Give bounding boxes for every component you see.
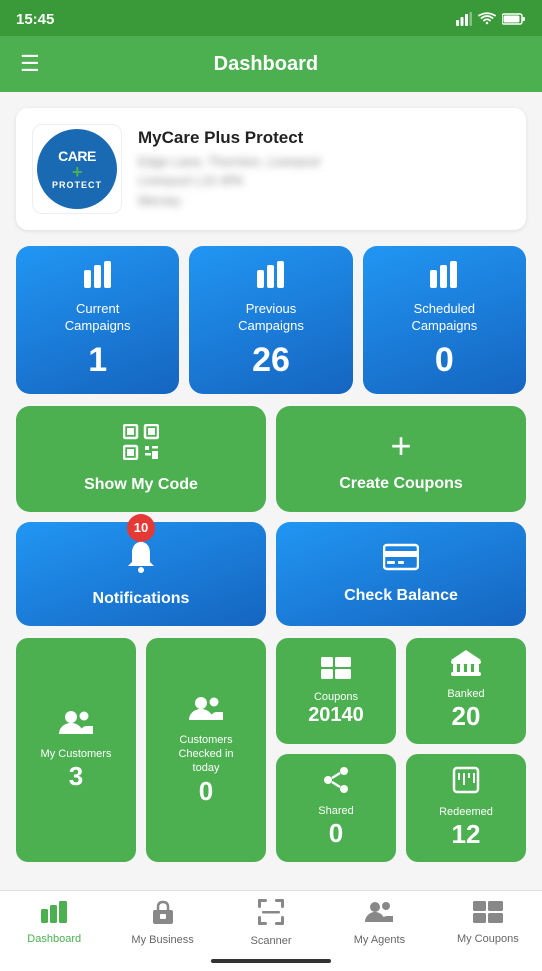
create-coupons-label: Create Coupons	[339, 475, 463, 493]
banked-label: Banked	[447, 687, 484, 701]
nav-my-coupons[interactable]: My Coupons	[434, 901, 542, 945]
my-business-nav-icon	[151, 900, 175, 931]
scheduled-campaigns-card[interactable]: ScheduledCampaigns 0	[363, 246, 526, 394]
checked-in-card[interactable]: CustomersChecked intoday 0	[146, 638, 266, 863]
campaigns-row: CurrentCampaigns 1 PreviousCampaigns 26	[16, 246, 526, 394]
my-customers-label: My Customers	[41, 747, 112, 761]
prev-campaign-chart-icon	[255, 260, 287, 295]
bottom-stats: My Customers 3 CustomersChecked intoday …	[16, 638, 526, 863]
dashboard-nav-icon	[41, 901, 67, 930]
nav-dashboard-label: Dashboard	[27, 933, 81, 945]
wifi-icon	[478, 12, 496, 26]
shared-icon	[322, 767, 350, 800]
redeemed-count: 12	[452, 819, 481, 850]
nav-scanner-label: Scanner	[251, 935, 292, 947]
previous-campaigns-label: PreviousCampaigns	[238, 301, 304, 335]
my-customers-count: 3	[69, 761, 83, 792]
qr-code-icon	[123, 424, 159, 468]
profile-logo: CARE + PROTECT	[32, 124, 122, 214]
page-title: Dashboard	[40, 53, 492, 76]
care-protect-logo: CARE + PROTECT	[37, 129, 117, 209]
bell-icon	[125, 540, 157, 582]
campaign-chart-icon	[82, 260, 114, 295]
show-my-code-button[interactable]: Show My Code	[16, 406, 266, 512]
profile-info: MyCare Plus Protect Edge Lane, Thornton,…	[138, 128, 510, 211]
profile-name: MyCare Plus Protect	[138, 128, 510, 148]
nav-my-business[interactable]: My Business	[108, 900, 216, 946]
checked-in-icon	[188, 694, 224, 729]
scheduled-campaigns-count: 0	[435, 341, 454, 380]
coupons-icon	[321, 655, 351, 686]
profile-card: CARE + PROTECT MyCare Plus Protect Edge …	[16, 108, 526, 230]
nav-dashboard[interactable]: Dashboard	[0, 901, 108, 945]
banked-card[interactable]: Banked 20	[406, 638, 526, 744]
coupons-label: Coupons	[314, 690, 358, 704]
status-time: 15:45	[16, 11, 54, 28]
checked-in-count: 0	[199, 776, 213, 807]
sched-campaign-chart-icon	[428, 260, 460, 295]
battery-icon	[502, 12, 526, 26]
my-coupons-nav-icon	[473, 901, 503, 930]
shared-count: 0	[329, 818, 343, 849]
checked-in-label: CustomersChecked intoday	[178, 733, 233, 776]
nav-scanner[interactable]: Scanner	[217, 899, 325, 947]
shared-label: Shared	[318, 804, 353, 818]
actions-grid: Show My Code + Create Coupons 10 Notific…	[16, 406, 526, 626]
nav-my-agents-label: My Agents	[354, 934, 405, 946]
scheduled-campaigns-label: ScheduledCampaigns	[411, 301, 477, 335]
notifications-label: Notifications	[93, 590, 190, 608]
app-header: ☰ Dashboard	[0, 36, 542, 92]
coupons-count: 20140	[308, 704, 364, 727]
previous-campaigns-count: 26	[252, 341, 290, 380]
home-indicator	[0, 951, 542, 971]
banked-icon	[451, 650, 481, 683]
nav-my-agents[interactable]: My Agents	[325, 900, 433, 946]
nav-my-business-label: My Business	[131, 934, 193, 946]
status-icons	[456, 12, 526, 26]
notifications-button[interactable]: 10 Notifications	[16, 522, 266, 626]
redeemed-label: Redeemed	[439, 805, 493, 819]
signal-icon	[456, 12, 472, 26]
create-coupons-button[interactable]: + Create Coupons	[276, 406, 526, 512]
coupons-card[interactable]: Coupons 20140	[276, 638, 396, 744]
notification-badge: 10	[127, 514, 155, 542]
current-campaigns-count: 1	[88, 341, 107, 380]
banked-count: 20	[452, 701, 481, 732]
bottom-nav: Dashboard My Business Sc	[0, 890, 542, 951]
status-bar: 15:45	[0, 0, 542, 36]
redeemed-icon	[452, 766, 480, 801]
menu-button[interactable]: ☰	[20, 51, 40, 77]
my-customers-card[interactable]: My Customers 3	[16, 638, 136, 863]
check-balance-label: Check Balance	[344, 587, 458, 605]
scanner-nav-icon	[258, 899, 284, 932]
redeemed-card[interactable]: Redeemed 12	[406, 754, 526, 862]
profile-address: Edge Lane, Thornton, Liverpool Liverpool…	[138, 152, 510, 211]
nav-my-coupons-label: My Coupons	[457, 933, 519, 945]
credit-card-icon	[383, 542, 419, 579]
plus-icon: +	[390, 425, 411, 467]
show-my-code-label: Show My Code	[84, 476, 198, 494]
check-balance-button[interactable]: Check Balance	[276, 522, 526, 626]
previous-campaigns-card[interactable]: PreviousCampaigns 26	[189, 246, 352, 394]
current-campaigns-card[interactable]: CurrentCampaigns 1	[16, 246, 179, 394]
my-agents-nav-icon	[365, 900, 393, 931]
main-content: CARE + PROTECT MyCare Plus Protect Edge …	[0, 92, 542, 890]
current-campaigns-label: CurrentCampaigns	[65, 301, 131, 335]
shared-card[interactable]: Shared 0	[276, 754, 396, 862]
customers-icon	[58, 708, 94, 743]
home-bar	[211, 959, 331, 963]
